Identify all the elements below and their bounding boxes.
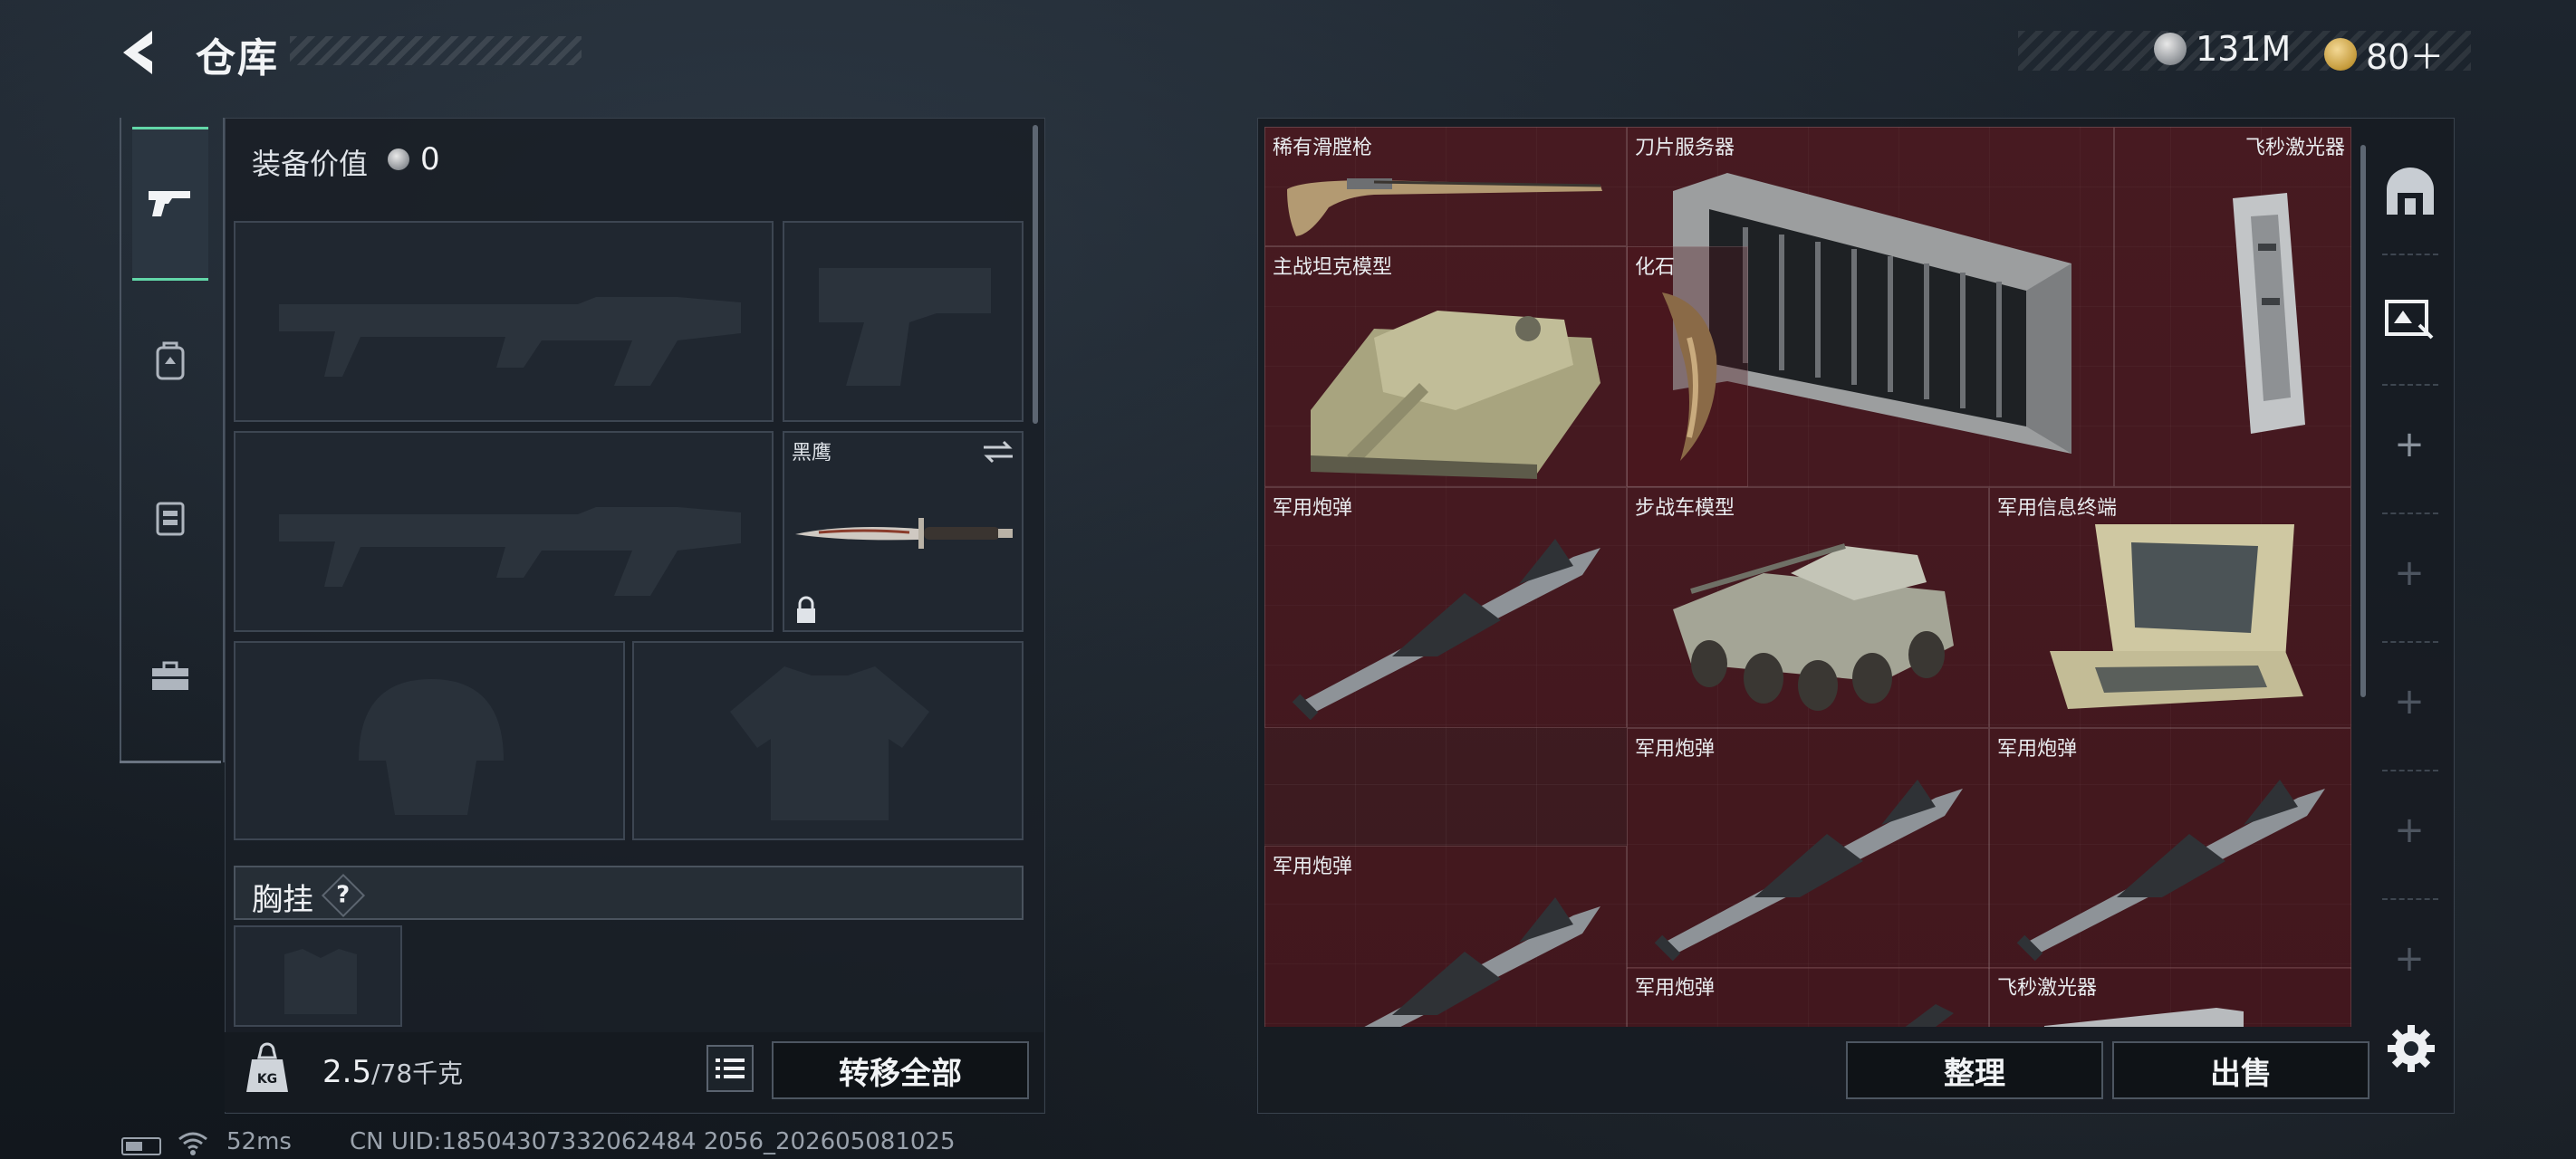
weight-max: /78千克 [371,1058,464,1088]
sell-button[interactable]: 出售 [2112,1041,2369,1099]
combat-knife-icon [795,518,1013,549]
value-coin-icon [388,148,409,170]
list-icon [716,1058,745,1078]
fossil-claw-icon [1662,292,1717,461]
tab-toolbox[interactable] [132,637,208,714]
back-arrow-icon[interactable] [116,25,167,80]
missile-icon [2016,780,2325,961]
battery-icon [121,1137,161,1155]
inventory-grid: 稀有滑膛枪 刀片服务器 飞秒激光器 主战坦克模型 化石 步战车模型 军用信息终端… [1264,127,2351,1027]
inventory-item[interactable]: 军用信息终端 [1989,487,2351,728]
pistol-silhouette-icon [819,268,991,386]
missile-icon [1654,780,1963,961]
vest-icon [156,502,185,536]
inventory-item[interactable]: 飞秒激光器 [1989,967,2351,1027]
toolbox-icon [152,661,188,690]
silver-currency[interactable]: 131M [2154,29,2291,69]
laser-device-icon [2233,193,2305,434]
inventory-item[interactable]: 主战坦克模型 [1264,246,1627,487]
military-terminal-icon [2050,524,2303,709]
sort-button[interactable]: 整理 [1846,1041,2103,1099]
tab-storage[interactable] [2373,154,2447,228]
silver-amount: 131M [2196,29,2292,69]
melee-slot[interactable]: 黑鹰 [783,431,1024,632]
svg-text:KG: KG [257,1072,277,1087]
settings-gear-icon[interactable] [2384,1021,2438,1076]
body-armor-slot[interactable] [632,641,1024,840]
add-slot-icon[interactable]: + [2391,938,2427,980]
inventory-item[interactable]: 军用炮弹 [1627,967,1989,1027]
inventory-item[interactable]: 军用炮弹 [1989,728,2351,969]
collection-box-icon [2385,300,2434,340]
inventory-item[interactable]: 军用炮弹 [1627,728,1989,969]
primary-weapon-slot[interactable] [234,221,774,422]
gold-coin-icon [2324,37,2357,71]
add-slot-icon[interactable]: + [2391,681,2427,723]
add-slot-icon[interactable]: + [2391,424,2427,465]
inventory-item[interactable]: 化石 [1627,246,1748,487]
item-name: 军用炮弹 [1273,497,1353,520]
item-name: 飞秒激光器 [2244,137,2345,159]
inventory-item[interactable]: 稀有滑膛枪 [1264,127,1627,246]
swap-icon[interactable] [982,438,1014,465]
inventory-item[interactable]: 飞秒激光器 [2114,127,2351,487]
helmet-slot[interactable] [234,641,625,840]
uid-readout: CN UID:18504307332062484 2056_2026050810… [350,1128,956,1155]
inventory-item[interactable]: 军用炮弹 [1264,487,1627,728]
equipment-value-label: 装备价值 [252,147,369,181]
helmet-silhouette-icon [359,679,504,815]
equipment-value: 0 [420,141,440,177]
weight-current: 2.5 [322,1054,372,1090]
laser-device-icon [2044,1008,2244,1027]
list-view-button[interactable] [706,1045,754,1092]
lock-icon [797,596,815,623]
item-name: 军用炮弹 [1997,738,2078,761]
item-name: 军用炮弹 [1635,977,1716,1000]
tab-vest[interactable] [132,480,208,556]
tab-column-divider [120,761,221,763]
silver-coin-icon [2154,33,2187,65]
title-decoration [290,36,582,65]
help-symbol: ? [336,882,351,909]
inventory-item[interactable]: 步战车模型 [1627,487,1989,728]
weight-kg-icon: KG [246,1042,288,1092]
melee-item-name: 黑鹰 [792,442,832,465]
rifle-silhouette-icon [279,507,741,596]
tab-weapons[interactable] [132,127,208,281]
warehouse-icon [2387,168,2434,215]
sidearm-slot[interactable] [783,221,1024,422]
tank-model-icon [1311,311,1600,479]
chest-rig-label: 胸挂 [252,882,313,918]
item-name: 军用炮弹 [1273,856,1353,878]
page-title: 仓库 [196,35,279,81]
add-slot-icon[interactable]: + [2391,809,2427,851]
secondary-weapon-slot[interactable] [234,431,774,632]
tab-backpack[interactable] [132,322,208,398]
item-name: 化石 [1635,256,1676,279]
ifv-model-icon [1673,543,1954,711]
rifle-silhouette-icon [279,297,741,386]
backpack-icon [156,341,185,380]
item-name: 军用炮弹 [1635,738,1716,761]
transfer-all-button[interactable]: 转移全部 [772,1041,1029,1099]
add-slot-icon[interactable]: + [2391,552,2427,594]
equipment-scrollbar[interactable] [1033,125,1038,424]
chest-rig-silhouette-icon [284,949,357,1014]
musket-icon [1287,178,1602,236]
missile-icon [1292,539,1600,720]
gold-amount: 80＋ [2366,37,2445,77]
missile-icon [1364,897,1600,1027]
chest-rig-slot[interactable] [234,925,402,1027]
inventory-scrollbar[interactable] [2360,145,2366,697]
ping-readout: 52ms [226,1128,292,1155]
gold-currency[interactable]: 80＋ [2324,29,2444,79]
pistol-icon [149,191,190,216]
inventory-item[interactable]: 军用炮弹 [1264,846,1627,1027]
armor-silhouette-icon [730,666,929,820]
wifi-icon [178,1132,207,1155]
weight-readout: 2.5/78千克 [322,1054,463,1090]
tab-collection[interactable] [2373,281,2447,355]
